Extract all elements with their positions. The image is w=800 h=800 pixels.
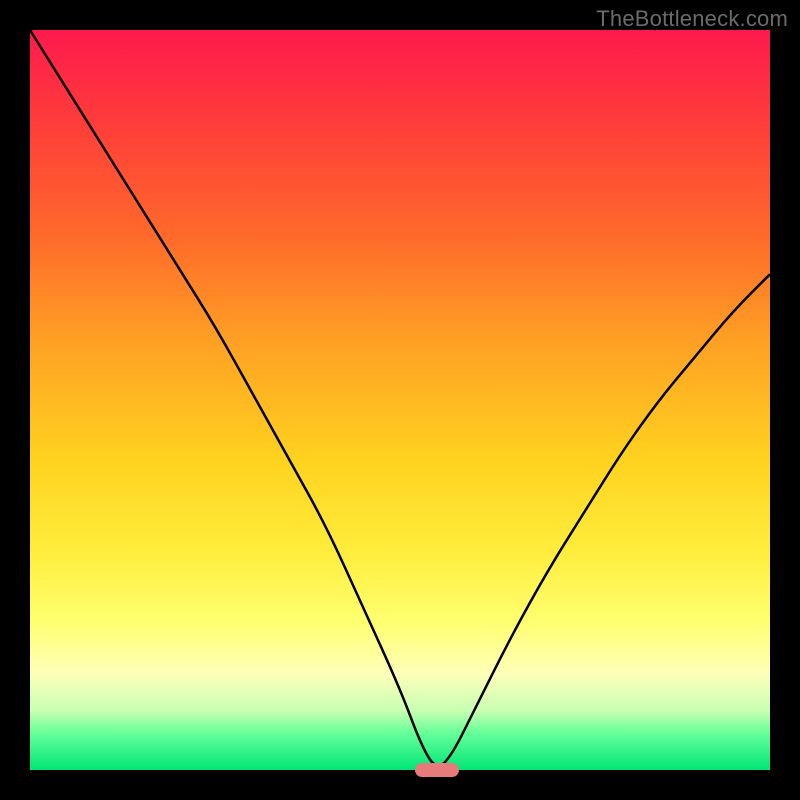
watermark-text: TheBottleneck.com <box>596 6 788 32</box>
optimal-marker <box>415 763 459 777</box>
gradient-plot-area <box>30 30 770 770</box>
curve-path <box>30 30 770 766</box>
chart-frame: TheBottleneck.com <box>0 0 800 800</box>
bottleneck-curve <box>30 30 770 770</box>
